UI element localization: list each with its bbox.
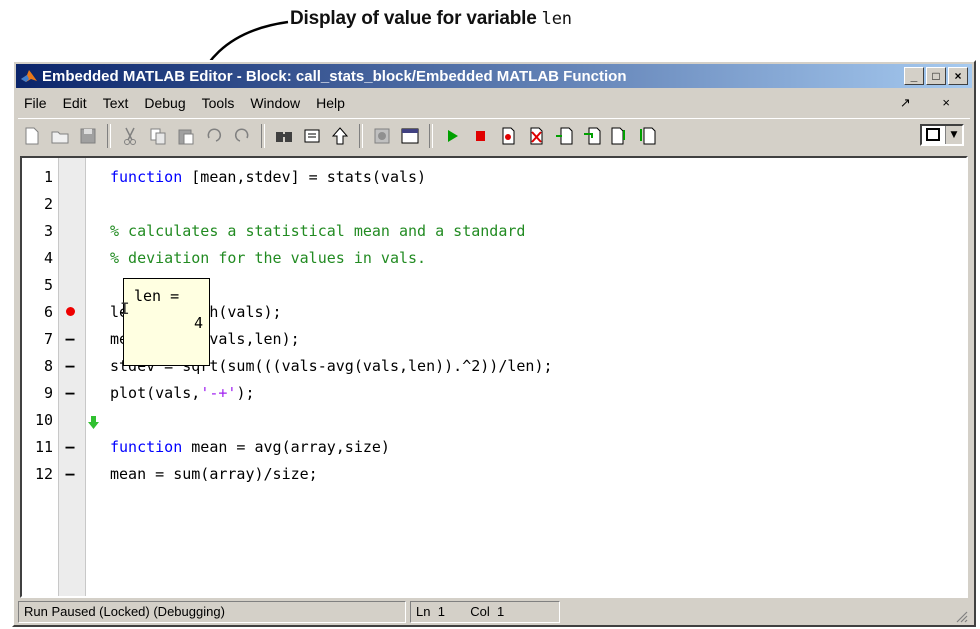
status-message: Run Paused (Locked) (Debugging) — [18, 601, 406, 623]
title-bar[interactable]: Embedded MATLAB Editor - Block: call_sta… — [16, 64, 972, 88]
editor-window: Embedded MATLAB Editor - Block: call_sta… — [12, 60, 976, 627]
chevron-down-icon[interactable]: ▼ — [945, 126, 962, 144]
datatip-variable-value: 4 — [193, 314, 203, 332]
breakpoint-icon[interactable] — [66, 307, 75, 316]
cursor-position: Ln 1 Col 1 — [410, 601, 560, 623]
line-number: 8 — [43, 357, 53, 375]
up-icon[interactable] — [328, 125, 352, 147]
datatip-variable-name: len = — [134, 287, 180, 305]
code-line-9[interactable]: 9 – plot(vals,'-+'); — [22, 380, 966, 407]
window-mode-icon — [926, 128, 940, 141]
show-icon[interactable] — [300, 125, 324, 147]
code-line-4[interactable]: 4 % deviation for the values in vals. — [22, 245, 966, 272]
code-line-1[interactable]: 1 function [mean,stdev] = stats(vals) — [22, 164, 966, 191]
set-breakpoint-icon[interactable] — [496, 125, 520, 147]
copy-icon[interactable] — [146, 125, 170, 147]
annotation-label: Display of value for variable len — [290, 8, 572, 30]
compile-icon[interactable] — [370, 125, 394, 147]
menu-file[interactable]: File — [16, 95, 55, 111]
ln-label: Ln — [416, 604, 431, 619]
menu-help[interactable]: Help — [308, 95, 353, 111]
executable-marker[interactable]: – — [62, 380, 78, 407]
toolbar: ▼ — [18, 118, 970, 153]
resize-grip-icon[interactable] — [954, 609, 968, 623]
minimize-button[interactable]: _ — [904, 67, 924, 85]
save-icon[interactable] — [76, 125, 100, 147]
clear-breakpoints-icon[interactable] — [524, 125, 548, 147]
paste-icon[interactable] — [174, 125, 198, 147]
code-comment[interactable]: % calculates a statistical mean and a st… — [110, 218, 525, 245]
code-line-10[interactable]: 10 — [22, 407, 966, 434]
line-number: 5 — [43, 276, 53, 294]
undock-close-controls[interactable]: ↗ × — [900, 95, 964, 111]
menu-edit[interactable]: Edit — [55, 95, 95, 111]
ln-value: 1 — [437, 604, 445, 619]
line-number: 2 — [43, 195, 53, 213]
line-number: 6 — [43, 303, 53, 321]
redo-icon[interactable] — [230, 125, 254, 147]
menu-window[interactable]: Window — [242, 95, 308, 111]
line-number: 9 — [43, 384, 53, 402]
menu-debug[interactable]: Debug — [136, 95, 193, 111]
execution-pointer-icon — [88, 416, 99, 429]
menu-text[interactable]: Text — [95, 95, 137, 111]
line-number: 4 — [43, 249, 53, 267]
col-value: 1 — [496, 604, 505, 619]
executable-marker[interactable]: – — [62, 434, 78, 461]
code-editor[interactable]: 1 function [mean,stdev] = stats(vals) 2 … — [20, 156, 968, 598]
code-text[interactable]: function [mean,stdev] = stats(vals) — [110, 164, 426, 191]
new-icon[interactable] — [20, 125, 44, 147]
col-label: Col — [470, 604, 490, 619]
find-icon[interactable] — [272, 125, 296, 147]
step-out-icon[interactable] — [608, 125, 632, 147]
step-down-icon[interactable] — [636, 125, 660, 147]
view-mode-dropdown[interactable]: ▼ — [920, 124, 964, 146]
line-number: 7 — [43, 330, 53, 348]
maximize-button[interactable]: □ — [926, 67, 946, 85]
code-line-11[interactable]: 11 – function mean = avg(array,size) — [22, 434, 966, 461]
open-icon[interactable] — [48, 125, 72, 147]
annotation-text: Display of value for variable — [290, 8, 537, 29]
executable-marker[interactable]: – — [62, 353, 78, 380]
undo-icon[interactable] — [202, 125, 226, 147]
matlab-logo-icon — [21, 70, 37, 82]
debug-icon[interactable] — [398, 125, 422, 147]
line-number: 11 — [34, 438, 53, 456]
step-in-icon[interactable] — [580, 125, 604, 147]
executable-marker[interactable]: – — [62, 461, 78, 488]
text-cursor-icon: I — [120, 299, 130, 318]
cut-icon[interactable] — [118, 125, 142, 147]
code-line-2[interactable]: 2 — [22, 191, 966, 218]
line-number: 3 — [43, 222, 53, 240]
code-line-12[interactable]: 12 – mean = sum(array)/size; — [22, 461, 966, 488]
window-title: Embedded MATLAB Editor - Block: call_sta… — [42, 67, 627, 85]
menu-bar: File Edit Text Debug Tools Window Help ↗… — [16, 92, 972, 114]
line-number: 10 — [34, 411, 53, 429]
step-icon[interactable] — [552, 125, 576, 147]
close-button[interactable]: × — [948, 67, 968, 85]
annotation-variable: len — [541, 9, 572, 29]
line-number: 12 — [34, 465, 53, 483]
code-text[interactable]: plot(vals,'-+'); — [110, 380, 255, 407]
menu-tools[interactable]: Tools — [194, 95, 243, 111]
code-line-3[interactable]: 3 % calculates a statistical mean and a … — [22, 218, 966, 245]
executable-marker[interactable]: – — [62, 326, 78, 353]
variable-datatip: len = 4 — [123, 278, 210, 366]
code-comment[interactable]: % deviation for the values in vals. — [110, 245, 426, 272]
code-text[interactable]: mean = sum(array)/size; — [110, 461, 318, 488]
stop-icon[interactable] — [468, 125, 492, 147]
code-text[interactable]: function mean = avg(array,size) — [110, 434, 390, 461]
line-number: 1 — [43, 168, 53, 186]
status-bar: Run Paused (Locked) (Debugging) Ln 1 Col… — [18, 601, 970, 625]
run-icon[interactable] — [440, 125, 464, 147]
